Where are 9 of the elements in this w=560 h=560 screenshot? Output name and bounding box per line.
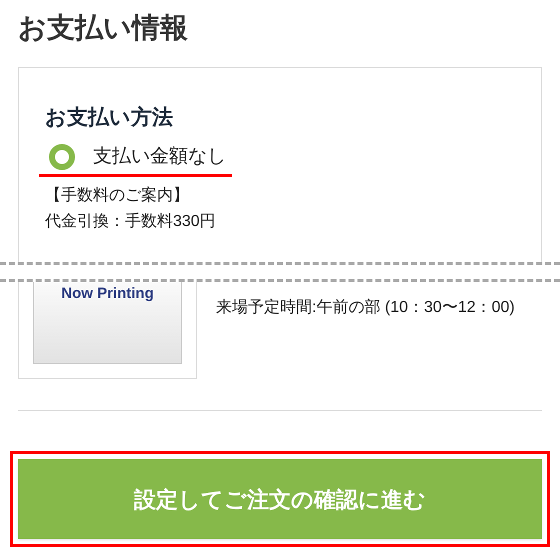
placeholder-text: Now Printing (61, 284, 154, 304)
option-label: 支払い金額なし (93, 145, 226, 169)
section-heading: お支払い方法 (45, 104, 174, 131)
page-title: お支払い情報 (18, 11, 188, 45)
fee-note: 代金引換：手数料330円 (45, 212, 216, 232)
radio-button[interactable] (49, 144, 75, 170)
product-detail: 来場予定時間:午前の部 (10：30〜12：00) (216, 298, 516, 318)
confirm-order-button[interactable]: 設定してご注文の確認に進む (18, 459, 542, 539)
fee-note: 【手数料のご案内】 (45, 185, 189, 206)
